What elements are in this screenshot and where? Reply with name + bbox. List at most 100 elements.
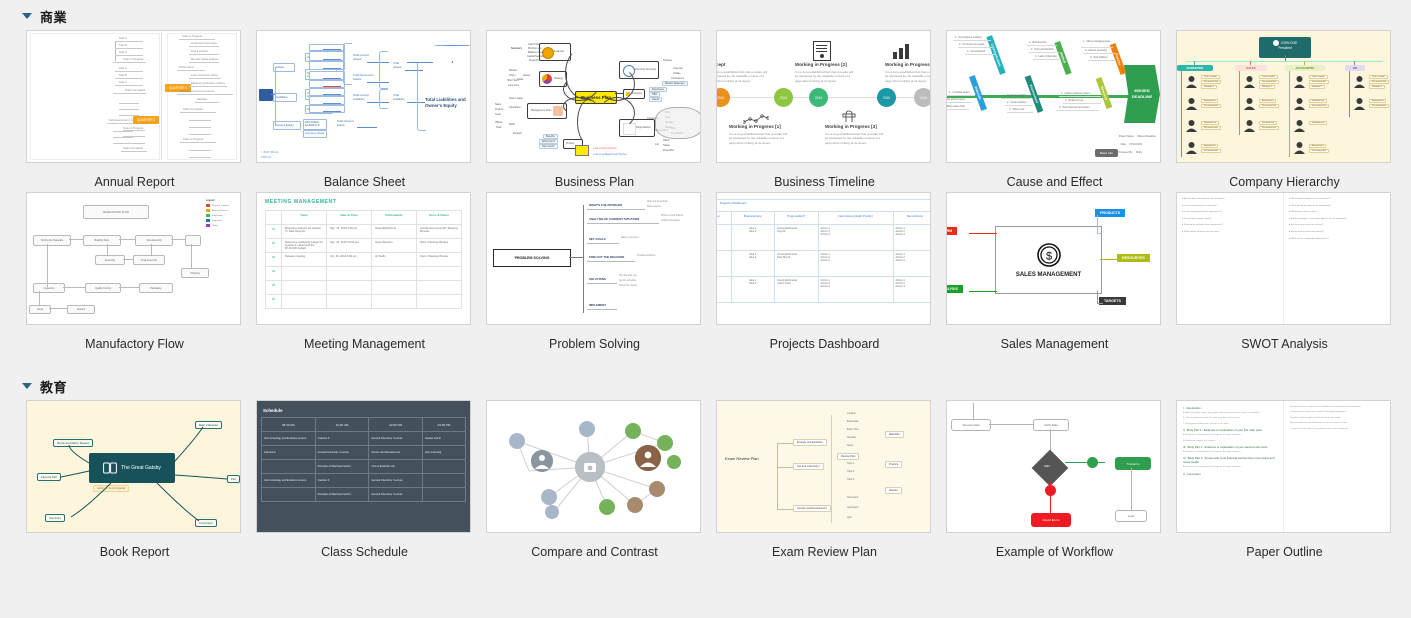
thumbnail-balance-sheet[interactable]: Assets Liabilities Owner's Equity Curren… [256,30,471,163]
template-label: Compare and Contrast [531,545,658,559]
col-docs: Docs & Notes [416,210,462,225]
fishbone-tag-method: Method [1054,40,1072,76]
table-row: Intro to Ecology and Evolution Lecture Ca… [261,431,466,446]
timeline-dot-4: 2015 [877,88,896,107]
template-label: Problem Solving [548,337,640,351]
template-card-business-plan[interactable]: Business Plan Financial Strategy Managem… [486,30,703,192]
thumbnail-compare-and-contrast[interactable] [486,400,701,533]
template-label: Paper Outline [1246,545,1323,559]
thumbnail-cause-and-effect[interactable]: MISSED DEADLINE Communication 1. No prog… [946,30,1161,163]
template-card-book-report[interactable]: The Great Gatsby Author : F. Scott Fitzg… [26,400,243,562]
exam-subject-2: General Chemistry I [793,463,825,470]
fishbone-basic-info: Basic Info [1094,149,1118,157]
workflow-node-verify: Verify Data [1033,419,1069,431]
sales-center-box: $ SALES MANAGEMENT [995,226,1102,294]
section-header-education[interactable]: 教育 [0,372,1411,400]
table-row: Principles of Macroeconomics Intro to Evo… [261,459,466,474]
template-card-swot-analysis[interactable]: ● Are we able to develop our own product… [1176,192,1393,354]
table-row: Calculus II General Chemistry I Lecture Ge… [261,445,466,460]
template-label: Book Report [99,545,170,559]
timeline-title-1: Concept [716,62,726,67]
template-card-paper-outline[interactable]: I. Introduction A. Attention getter: beg… [1176,400,1393,562]
svg-text:$: $ [1045,250,1051,262]
template-card-class-schedule[interactable]: Schedule 08:30 AM 10:00 AM 02:00 PM 04:0… [256,400,473,562]
template-card-exam-review-plan[interactable]: Exam Review Plan Ecology and Evolution G… [716,400,933,562]
timeline-dot-3: 2014 [809,88,828,107]
workflow-node-transform: Transform [1115,457,1151,470]
template-label: Cause and Effect [1006,175,1103,189]
col-datetime: Date & Time [326,210,372,225]
thumbnail-meeting-management[interactable]: MEETING MANAGEMENT Topic Date & Time Par… [256,192,471,325]
graph-node [599,499,615,515]
thumbnail-annual-report[interactable]: Task A Task B Task C Tasks in Progress T… [26,30,241,163]
sales-tag-resources: RESOURCES [1117,254,1150,262]
template-card-example-of-workflow[interactable]: Receive Data Verify Data Valid Transform… [946,400,1163,562]
timeline-title-5: Working in Progress [4] [885,62,930,67]
timeline-title-2: Working in Progress [1] [729,124,781,129]
chevron-down-icon[interactable] [22,13,32,19]
problem-solving-center: PROBLEM SOLVING [493,249,571,267]
template-card-business-timeline[interactable]: 2012 Concept It is a long established fa… [716,30,933,192]
graph-node [531,450,553,472]
table-row: 01 Marketing analysis for Quarter 3 / Da… [265,224,462,239]
graph-node [541,489,557,505]
thumbnail-business-plan[interactable]: Business Plan Financial Strategy Managem… [486,30,701,163]
exam-title: Exam Review Plan [725,456,759,461]
org-dept-accounting: ACCOUNTING [1285,65,1325,71]
exam-subject-3: Gender and Development [793,505,831,512]
template-card-projects-dashboard[interactable]: Projects Dashboard Project Manager Brain… [716,192,933,354]
template-label: Meeting Management [304,337,425,351]
template-card-compare-and-contrast[interactable]: Compare and Contrast [486,400,703,562]
template-card-company-hierarchy[interactable]: JOHN DOE President MARKETING SALES ACCOU… [1176,30,1393,192]
org-dept-marketing: MARKETING [1177,65,1213,71]
section-title-business: 商業 [40,9,68,25]
thumbnail-exam-review-plan[interactable]: Exam Review Plan Ecology and Evolution G… [716,400,931,533]
template-label: Business Plan [554,175,635,189]
fishbone-tag-environment: Environment [1024,75,1044,113]
sales-tag-crm: CRM [947,227,958,235]
thumbnail-manufactory-flow[interactable]: MANUFACTORY FLOW Legend Physical Transfe… [26,192,241,325]
template-card-cause-and-effect[interactable]: MISSED DEADLINE Communication 1. No prog… [946,30,1163,192]
table-row: Intro to Ecology and Evolution Lecture Ca… [261,473,466,488]
balance-sheet-total: Total Liabilities and Owner's Equity [425,97,466,108]
template-card-problem-solving[interactable]: PROBLEM SOLVING WHAT'S THE PROBLEM Write… [486,192,703,354]
timeline-body-3: It is a long established fact that a rea… [795,70,854,83]
fishbone-head: MISSED DEADLINE [1124,65,1160,123]
timeline-body-5: It is a long established fact that a rea… [885,70,930,83]
workflow-no-badge [1045,485,1056,496]
timeline-dot-5: 2016 [914,88,930,107]
workflow-node-report-errors: Report Errors [1031,513,1071,527]
template-card-meeting-management[interactable]: MEETING MANAGEMENT Topic Date & Time Par… [256,192,473,354]
thumbnail-projects-dashboard[interactable]: Projects Dashboard Project Manager Brain… [716,192,931,325]
template-label: Sales Management [1000,337,1109,351]
thumbnail-book-report[interactable]: The Great Gatsby Author : F. Scott Fitzg… [26,400,241,533]
table-row: 05 [265,280,462,295]
template-card-balance-sheet[interactable]: Assets Liabilities Owner's Equity Curren… [256,30,473,192]
template-card-manufactory-flow[interactable]: MANUFACTORY FLOW Legend Physical Transfe… [26,192,243,354]
thumbnail-paper-outline[interactable]: I. Introduction A. Attention getter: beg… [1176,400,1391,533]
sales-tag-analysis: ANALYSIS [947,285,963,293]
thumbnail-example-of-workflow[interactable]: Receive Data Verify Data Valid Transform… [946,400,1161,533]
template-grid-business: Task A Task B Task C Tasks in Progress T… [0,30,1411,354]
annual-report-node-q3: QUARTER 3 [133,116,160,124]
workflow-decision-label: Valid [1044,465,1050,468]
template-label: Class Schedule [321,545,408,559]
thumbnail-problem-solving[interactable]: PROBLEM SOLVING WHAT'S THE PROBLEM Write… [486,192,701,325]
chevron-down-icon[interactable] [22,383,32,389]
graph-node-center [575,452,605,482]
template-card-annual-report[interactable]: Task A Task B Task C Tasks in Progress T… [26,30,243,192]
graph-node [627,497,643,513]
thumbnail-class-schedule[interactable]: Schedule 08:30 AM 10:00 AM 02:00 PM 04:0… [256,400,471,533]
workflow-yes-badge [1087,457,1098,468]
template-label: Exam Review Plan [772,545,877,559]
thumbnail-sales-management[interactable]: $ SALES MANAGEMENT CRM PRODUCTS RESOURCE… [946,192,1161,325]
exam-subject-1: Ecology and Evolution [793,439,827,446]
thumbnail-swot-analysis[interactable]: ● Are we able to develop our own product… [1176,192,1391,325]
thumbnail-business-timeline[interactable]: 2012 Concept It is a long established fa… [716,30,931,163]
template-label: Example of Workflow [995,545,1114,559]
section-header-business[interactable]: 商業 [0,2,1411,30]
legend-title: Legend [206,199,215,202]
template-card-sales-management[interactable]: $ SALES MANAGEMENT CRM PRODUCTS RESOURCE… [946,192,1163,354]
table-row: 06 [265,294,462,309]
thumbnail-company-hierarchy[interactable]: JOHN DOE President MARKETING SALES ACCOU… [1176,30,1391,163]
